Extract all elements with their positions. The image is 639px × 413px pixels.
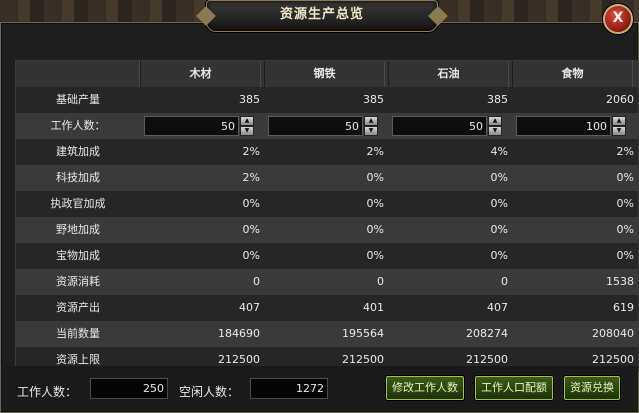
table-cell: 407 — [487, 301, 508, 314]
total-workers-label: 工作人数： — [17, 385, 78, 399]
table-cell: 2% — [242, 145, 260, 158]
table-row: 宝物加成 0% 0% 0% 0% — [16, 243, 638, 269]
up-arrow-icon[interactable]: ▲ — [488, 116, 502, 126]
table-cell: 0% — [242, 197, 260, 210]
table-cell: 0% — [242, 223, 260, 236]
row-label: 基础产量 — [56, 93, 100, 106]
steel-workers-input[interactable] — [268, 116, 363, 136]
resource-exchange-button[interactable]: 资源兑换 — [564, 376, 620, 400]
table-cell: 0% — [490, 171, 508, 184]
table-cell: 0 — [377, 275, 384, 288]
row-label: 执政官加成 — [50, 197, 106, 210]
table-row: 当前数量 184690 195564 208274 208040 — [16, 321, 638, 347]
row-label: 科技加成 — [56, 171, 100, 184]
table-cell: 0% — [242, 249, 260, 262]
row-label: 野地加成 — [56, 223, 100, 236]
row-label: 宝物加成 — [56, 249, 100, 262]
column-header-oil: 石油 — [388, 61, 509, 87]
idle-workers-value: 1272 — [250, 378, 328, 399]
footer-bar: 工作人数： 250 空闲人数： 1272 修改工作人数 工作人口配额 资源兑换 — [1, 366, 638, 410]
row-label: 当前数量 — [56, 327, 100, 340]
table-cell: 385 — [487, 93, 508, 106]
table-row: 基础产量 385 385 385 2060 — [16, 87, 638, 113]
table-row: 资源产出 407 401 407 619 — [16, 295, 638, 321]
wood-workers-input[interactable] — [144, 116, 239, 136]
table-cell: 0% — [490, 223, 508, 236]
down-arrow-icon[interactable]: ▼ — [240, 126, 254, 136]
row-label: 资源消耗 — [56, 275, 100, 288]
row-label: 工作人数： — [50, 119, 106, 132]
table-row: 野地加成 0% 0% 0% 0% — [16, 217, 638, 243]
table-cell: 208040 — [592, 327, 634, 340]
column-header-wood: 木材 — [140, 61, 261, 87]
down-arrow-icon[interactable]: ▼ — [488, 126, 502, 136]
table-row: 科技加成 2% 0% 0% 0% — [16, 165, 638, 191]
down-arrow-icon[interactable]: ▼ — [364, 126, 378, 136]
table-row: 建筑加成 2% 2% 4% 2% — [16, 139, 638, 165]
table-cell: 4% — [490, 145, 508, 158]
down-arrow-icon[interactable]: ▼ — [612, 126, 626, 136]
modify-workers-button[interactable]: 修改工作人数 — [386, 376, 464, 400]
table-cell: 0% — [366, 249, 384, 262]
close-icon[interactable]: X — [603, 4, 633, 34]
worker-quota-button[interactable]: 工作人口配额 — [475, 376, 553, 400]
column-header-steel: 钢铁 — [264, 61, 385, 87]
table-cell: 407 — [239, 301, 260, 314]
table-cell: 619 — [613, 301, 634, 314]
table-cell: 0 — [253, 275, 260, 288]
table-cell: 385 — [239, 93, 260, 106]
table-cell: 2060 — [606, 93, 634, 106]
table-cell: 0% — [366, 223, 384, 236]
table-cell: 0% — [616, 197, 634, 210]
table-cell: 1538 — [606, 275, 634, 288]
up-arrow-icon[interactable]: ▲ — [612, 116, 626, 126]
oil-workers-input[interactable] — [392, 116, 487, 136]
table-cell: 195564 — [342, 327, 384, 340]
table-cell: 0% — [616, 249, 634, 262]
total-workers-value: 250 — [90, 378, 168, 399]
window-title: 资源生产总览 — [206, 0, 438, 32]
header-blank — [16, 61, 140, 87]
row-label: 建筑加成 — [56, 145, 100, 158]
table-cell: 208274 — [466, 327, 508, 340]
up-arrow-icon[interactable]: ▲ — [364, 116, 378, 126]
oil-workers-stepper: ▲ ▼ — [388, 113, 512, 139]
table-cell: 2% — [366, 145, 384, 158]
table-cell: 0% — [616, 223, 634, 236]
up-arrow-icon[interactable]: ▲ — [240, 116, 254, 126]
column-header-food: 食物 — [512, 61, 633, 87]
table-cell: 2% — [242, 171, 260, 184]
resource-overview-window: 木材 钢铁 石油 食物 基础产量 385 385 385 2060 工作人数： … — [0, 22, 639, 413]
steel-workers-stepper: ▲ ▼ — [264, 113, 388, 139]
wood-workers-stepper: ▲ ▼ — [140, 113, 264, 139]
table-cell: 0% — [490, 249, 508, 262]
table-header-row: 木材 钢铁 石油 食物 — [16, 61, 638, 87]
table-cell: 184690 — [218, 327, 260, 340]
food-workers-input[interactable] — [516, 116, 611, 136]
table-cell: 401 — [363, 301, 384, 314]
resource-table: 木材 钢铁 石油 食物 基础产量 385 385 385 2060 工作人数： … — [15, 60, 639, 373]
table-cell: 0% — [616, 171, 634, 184]
table-cell: 2% — [616, 145, 634, 158]
food-workers-stepper: ▲ ▼ — [512, 113, 636, 139]
table-cell: 0 — [501, 275, 508, 288]
table-row: 执政官加成 0% 0% 0% 0% — [16, 191, 638, 217]
table-row: 资源消耗 0 0 0 1538 — [16, 269, 638, 295]
table-cell: 0% — [366, 197, 384, 210]
table-cell: 0% — [490, 197, 508, 210]
row-label: 资源产出 — [56, 301, 100, 314]
idle-workers-label: 空闲人数： — [179, 385, 240, 399]
workers-row: 工作人数： ▲ ▼ ▲ ▼ ▲ ▼ — [16, 113, 638, 139]
table-cell: 0% — [366, 171, 384, 184]
table-cell: 385 — [363, 93, 384, 106]
